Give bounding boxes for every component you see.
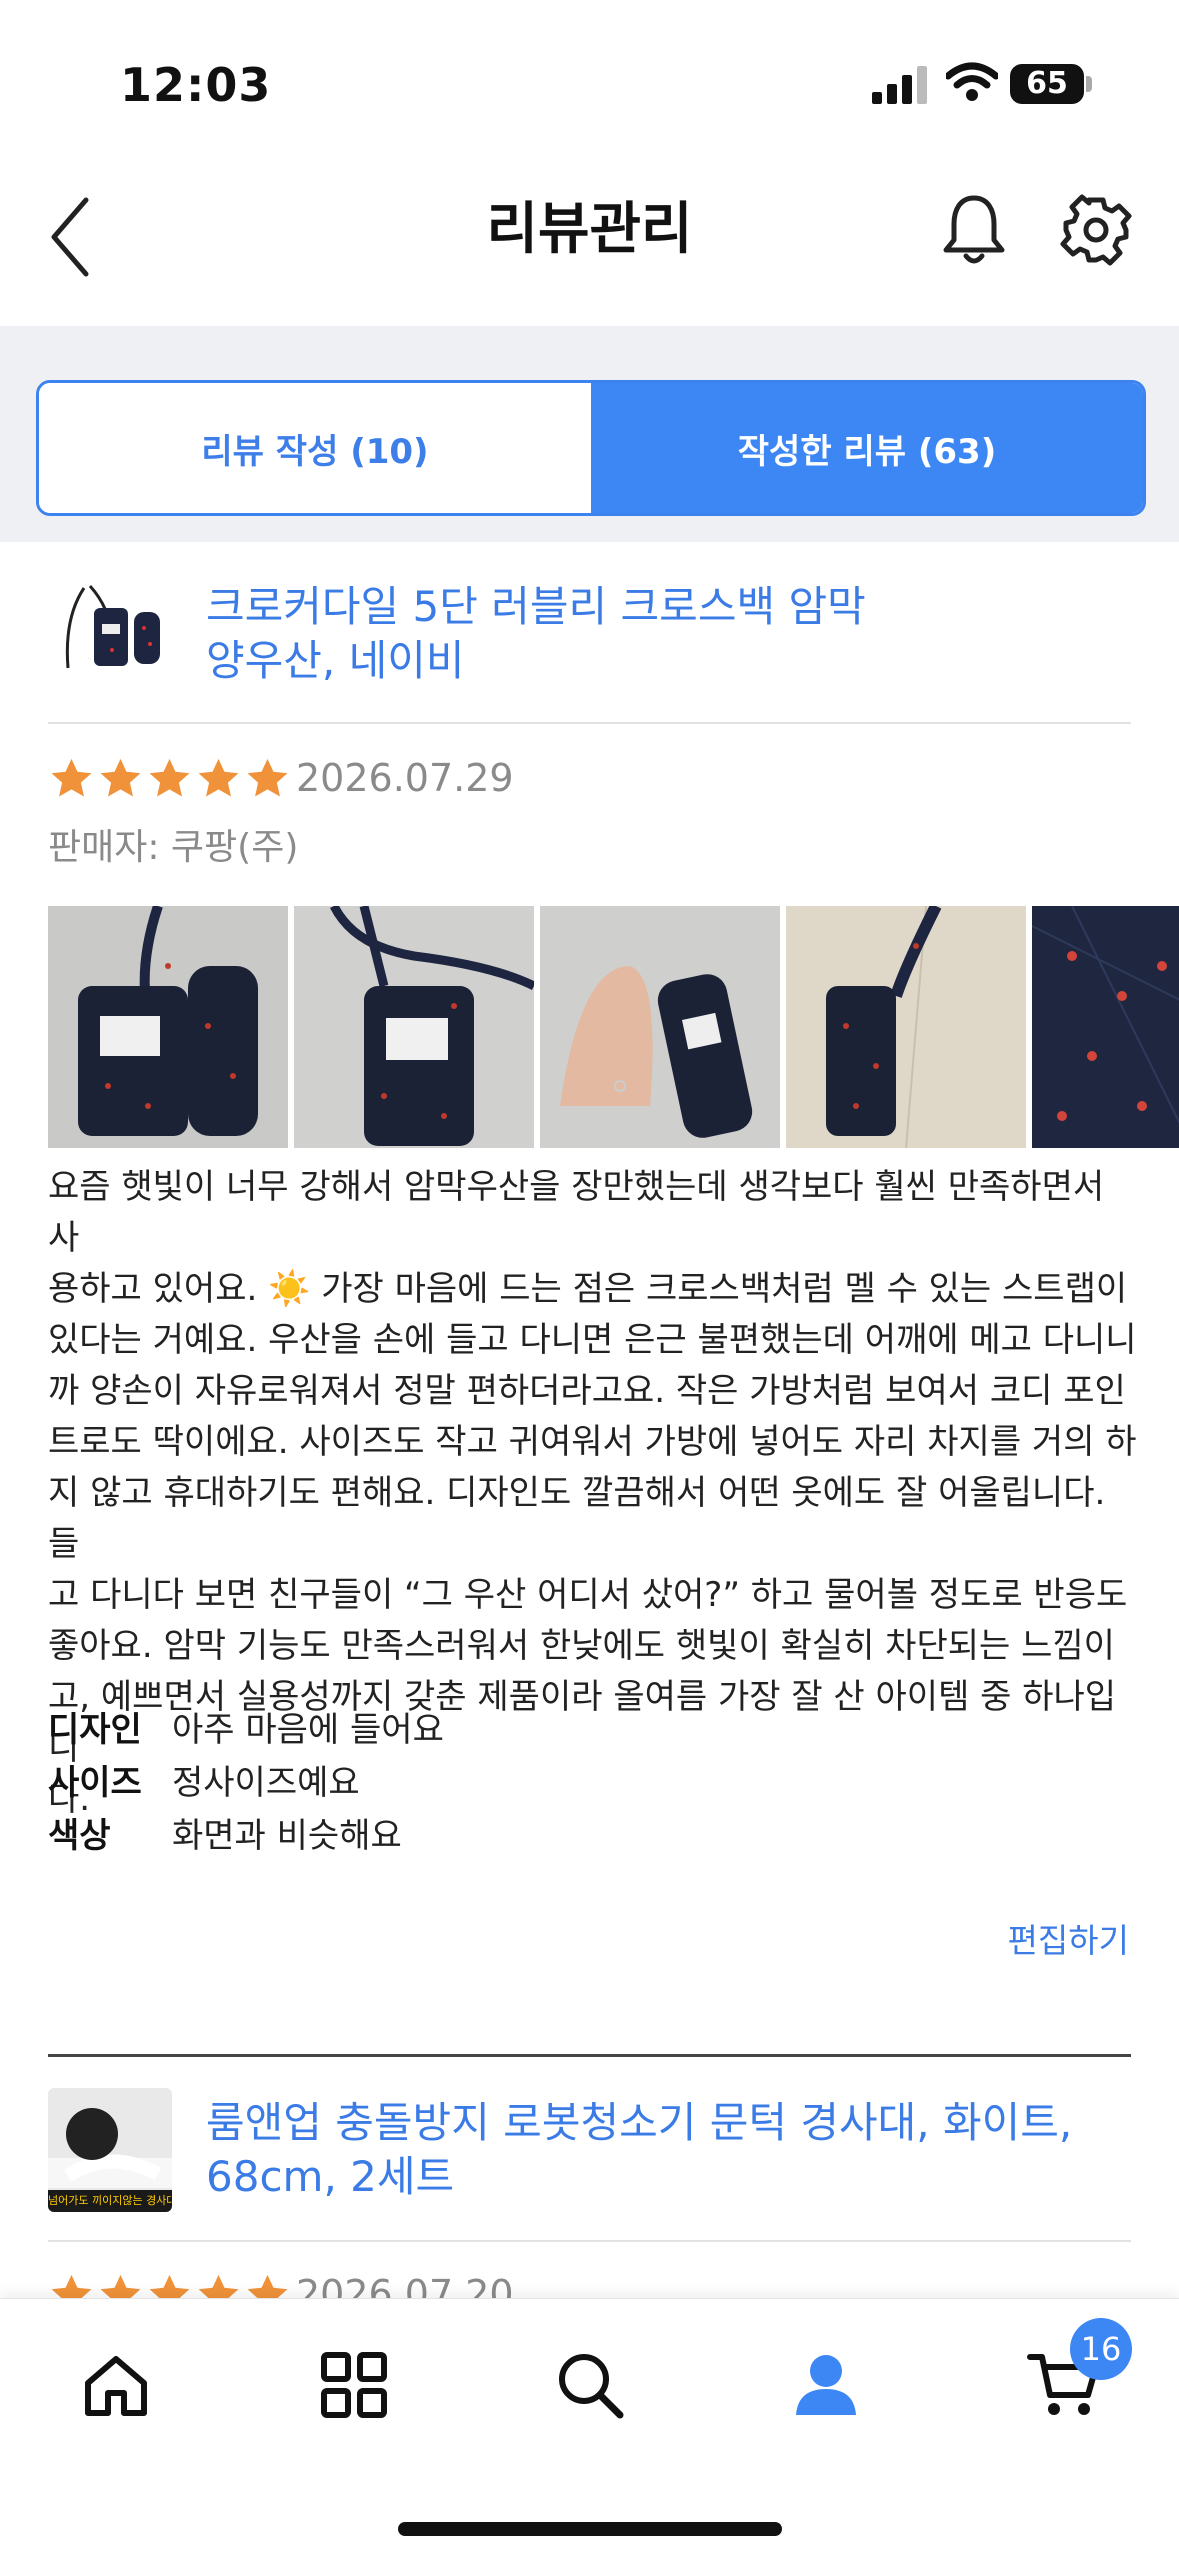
cellular-signal-icon: [872, 66, 927, 104]
product-name[interactable]: 룸앤업 충돌방지 로봇청소기 문턱 경사대, 화이트, 68cm, 2세트: [206, 2096, 1072, 2204]
star-icon: [51, 758, 92, 797]
attribute-value: 정사이즈예요: [172, 1763, 360, 1803]
divider: [48, 2240, 1131, 2242]
bottom-nav: [0, 2298, 1179, 2557]
product-name[interactable]: 크로커다일 5단 러블리 크로스백 암막 양우산, 네이비: [206, 580, 866, 688]
search-icon: [559, 2354, 624, 2419]
review-body-line: 트로도 딱이에요. 사이즈도 작고 귀여워서 가방에 넣어도 자리 차지를 거의…: [48, 1422, 1137, 1462]
review-body-line: 요즘 햇빛이 너무 강해서 암막우산을 장만했는데 생각보다 훨씬 만족하면서 …: [48, 1167, 1105, 1258]
star-icon: [149, 758, 190, 797]
seller-name: 판매자: 쿠팡(주): [48, 827, 299, 868]
product-name-line: 양우산, 네이비: [206, 636, 465, 685]
edit-review-link[interactable]: 편집하기: [1008, 1914, 1129, 1962]
attribute-row: 색상 화면과 비슷해요: [48, 1806, 444, 1859]
tab-write-review[interactable]: 리뷰 작성 (10): [39, 383, 591, 513]
nav-search[interactable]: [530, 2335, 650, 2435]
review-body-line: 까 양손이 자유로워져서 정말 편하더라고요. 작은 가방처럼 보여서 코디 포…: [48, 1371, 1126, 1411]
gear-icon[interactable]: [1060, 190, 1132, 270]
review-photo[interactable]: [294, 906, 534, 1148]
review-separator: [48, 2054, 1131, 2057]
review-body-line: 지 않고 휴대하기도 편해요. 디자인도 깔끔해서 어떤 옷에도 잘 어울립니다…: [48, 1473, 1106, 1564]
status-time: 12:03: [120, 58, 272, 112]
attribute-row: 디자인 아주 마음에 들어요: [48, 1700, 444, 1753]
nav-category[interactable]: [294, 2335, 414, 2435]
my-account-icon: [796, 2355, 856, 2415]
star-rating: [48, 756, 291, 802]
app-header: 리뷰관리: [0, 150, 1179, 326]
bell-icon[interactable]: [940, 190, 1008, 270]
wifi-icon: [946, 62, 998, 101]
product-thumbnail[interactable]: 넘어가도 끼이지않는 경사대: [48, 2088, 172, 2212]
product-name-line: 룸앤업 충돌방지 로봇청소기 문턱 경사대, 화이트,: [206, 2098, 1073, 2147]
star-icon: [100, 758, 141, 797]
battery-icon: 65: [1010, 64, 1084, 104]
status-bar: 12:03 65: [0, 0, 1179, 150]
review-photo-strip: [48, 906, 1179, 1148]
review-body-line: 좋아요. 암막 기능도 만족스러워서 한낮에도 햇빛이 확실히 차단되는 느낌이: [48, 1626, 1115, 1666]
review-photo[interactable]: [786, 906, 1026, 1148]
attribute-value: 화면과 비슷해요: [172, 1816, 402, 1856]
review-attributes: 디자인 아주 마음에 들어요 사이즈 정사이즈예요 색상 화면과 비슷해요: [48, 1700, 444, 1859]
home-indicator[interactable]: [398, 2522, 782, 2536]
battery-level: 65: [1026, 66, 1068, 101]
home-icon: [85, 2356, 147, 2416]
thumbnail-caption: 넘어가도 끼이지않는 경사대: [48, 2194, 172, 2207]
review-body-line: 용하고 있어요. ☀️ 가장 마음에 드는 점은 크로스백처럼 멜 수 있는 스…: [48, 1269, 1128, 1309]
review-photo[interactable]: [540, 906, 780, 1148]
umbrella-product-image: [54, 578, 176, 678]
product-name-line: 크로커다일 5단 러블리 크로스백 암막: [206, 582, 866, 631]
product-name-line: 68cm, 2세트: [206, 2152, 455, 2201]
review-body-line: 있다는 거예요. 우산을 손에 들고 다니면 은근 불편했는데 어깨에 메고 다…: [48, 1320, 1137, 1360]
attribute-value: 아주 마음에 들어요: [172, 1710, 444, 1750]
review-tabs: 리뷰 작성 (10) 작성한 리뷰 (63): [36, 380, 1146, 516]
review-body-line: 고 다니다 보면 친구들이 “그 우산 어디서 샀어?” 하고 물어볼 정도로 …: [48, 1575, 1128, 1615]
product-thumbnail[interactable]: [54, 578, 176, 678]
review-photo[interactable]: [48, 906, 288, 1148]
divider: [48, 722, 1131, 724]
attribute-row: 사이즈 정사이즈예요: [48, 1753, 444, 1806]
cart-count-badge: 16: [1070, 2318, 1132, 2380]
nav-home[interactable]: [56, 2335, 176, 2435]
attribute-key: 색상: [48, 1816, 111, 1856]
review-date: 2026.07.29: [296, 756, 514, 800]
tab-written-reviews[interactable]: 작성한 리뷰 (63): [591, 383, 1143, 513]
attribute-key: 사이즈: [48, 1763, 142, 1803]
review-photo[interactable]: [1032, 906, 1179, 1148]
nav-my-account[interactable]: [766, 2335, 886, 2435]
battery-tip: [1086, 76, 1092, 92]
attribute-key: 디자인: [48, 1710, 142, 1750]
star-icon: [247, 758, 288, 797]
category-grid-icon: [321, 2352, 387, 2418]
star-icon: [198, 758, 239, 797]
